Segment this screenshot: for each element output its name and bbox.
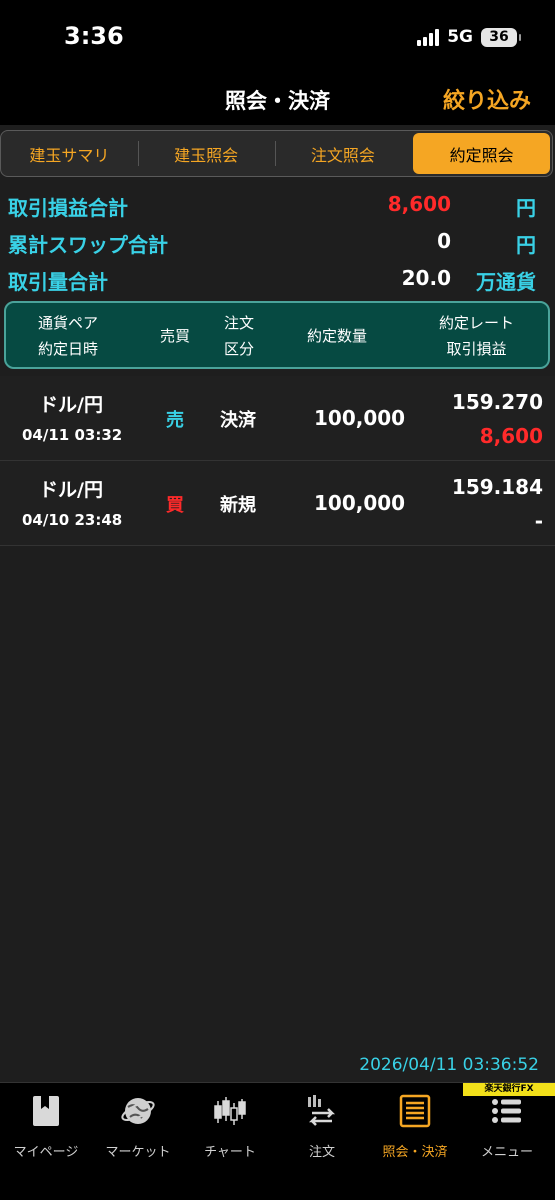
execution-quantity: 100,000 <box>314 491 406 515</box>
nav-label: マイページ <box>13 1145 79 1160</box>
nav-label: マーケット <box>105 1145 171 1160</box>
summary-value: 20.0 <box>401 266 451 290</box>
network-type: 5G <box>447 27 473 47</box>
nav-market[interactable]: マーケット <box>92 1091 184 1161</box>
execution-quantity: 100,000 <box>314 406 406 430</box>
header-text: 取引損益 <box>446 340 507 358</box>
order-exchange-icon <box>308 1095 336 1126</box>
header-text: 約定日時 <box>38 340 99 358</box>
tab-execution-inquiry[interactable]: 約定照会 <box>413 133 550 174</box>
summary-unit: 円 <box>516 196 536 220</box>
update-timestamp: 2026/04/11 03:36:52 <box>359 1055 539 1075</box>
tab-bar: 建玉サマリ 建玉照会 注文照会 約定照会 <box>0 130 553 177</box>
signal-strength-icon <box>417 28 440 46</box>
summary-label: 累計スワップ合計 <box>8 233 168 257</box>
nav-label: チャート <box>204 1145 256 1160</box>
summary-row-volume: 取引量合計 20.0 万通貨 <box>0 260 555 297</box>
table-row[interactable]: ドル/円 04/10 23:48 買 新規 100,000 159.184 - <box>0 461 555 546</box>
execution-list: ドル/円 04/11 03:32 売 決済 100,000 159.270 8,… <box>0 376 555 546</box>
summary-value: 0 <box>437 229 451 253</box>
header-text: 通貨ペア <box>38 314 99 332</box>
header-text: 区分 <box>224 340 255 358</box>
table-row[interactable]: ドル/円 04/11 03:32 売 決済 100,000 159.270 8,… <box>0 376 555 461</box>
status-indicators: 5G 36 <box>417 25 521 49</box>
nav-menu[interactable]: メニュー <box>461 1091 553 1161</box>
summary-row-pl: 取引損益合計 8,600 円 <box>0 186 555 223</box>
filter-button[interactable]: 絞り込み <box>443 83 531 115</box>
table-header: 通貨ペア 約定日時 売買 注文 区分 約定数量 約定レート 取引損益 <box>4 301 550 369</box>
nav-chart[interactable]: チャート <box>184 1091 276 1161</box>
tab-position-summary[interactable]: 建玉サマリ <box>1 131 138 176</box>
column-header-rate: 約定レート 取引損益 <box>439 310 514 362</box>
status-bar: 3:36 5G 36 <box>0 0 555 75</box>
bookmark-page-icon <box>33 1096 59 1126</box>
execution-rate: 159.270 <box>451 390 543 414</box>
nav-order[interactable]: 注文 <box>276 1091 368 1161</box>
column-header-kind: 注文 区分 <box>224 310 254 362</box>
currency-pair: ドル/円 <box>39 394 103 416</box>
order-kind: 決済 <box>220 410 256 431</box>
document-list-icon <box>399 1094 431 1128</box>
execution-datetime: 04/10 23:48 <box>22 511 123 529</box>
header-text: 注文 <box>224 314 255 332</box>
header-text: 約定レート <box>439 314 515 332</box>
menu-list-icon <box>492 1099 521 1123</box>
app-header: 照会・決済 絞り込み <box>0 75 555 125</box>
currency-pair: ドル/円 <box>39 479 103 501</box>
summary-label: 取引量合計 <box>8 270 108 294</box>
nav-label: 注文 <box>308 1145 335 1160</box>
column-header-pair: 通貨ペア 約定日時 <box>38 310 98 362</box>
globe-icon <box>121 1098 155 1124</box>
column-header-qty: 約定数量 <box>307 327 368 345</box>
trade-side: 買 <box>166 495 184 516</box>
summary-panel: 取引損益合計 8,600 円 累計スワップ合計 0 円 取引量合計 20.0 万… <box>0 186 555 297</box>
order-kind: 新規 <box>220 495 256 516</box>
column-header-side: 売買 <box>160 327 191 345</box>
trade-pl: 8,600 <box>479 424 543 448</box>
status-time: 3:36 <box>64 22 124 50</box>
candlestick-chart-icon <box>214 1097 246 1125</box>
bottom-navigation: 楽天銀行FX マイページ マーケット チャート 注文 照会・決済 メニュー <box>0 1082 555 1200</box>
trade-side: 売 <box>166 410 184 431</box>
nav-inquiry-settlement[interactable]: 照会・決済 <box>369 1091 461 1161</box>
summary-label: 取引損益合計 <box>8 196 128 220</box>
execution-rate: 159.184 <box>451 475 543 499</box>
execution-datetime: 04/11 03:32 <box>22 426 123 444</box>
summary-row-swap: 累計スワップ合計 0 円 <box>0 223 555 260</box>
tab-order-inquiry[interactable]: 注文照会 <box>274 131 412 176</box>
summary-unit: 円 <box>516 233 536 257</box>
nav-mypage[interactable]: マイページ <box>0 1091 92 1161</box>
nav-label: メニュー <box>480 1145 533 1160</box>
trade-pl: - <box>534 509 543 533</box>
battery-icon: 36 <box>481 27 521 47</box>
summary-unit: 万通貨 <box>476 270 536 294</box>
tab-position-inquiry[interactable]: 建玉照会 <box>137 131 275 176</box>
summary-value: 8,600 <box>387 192 451 216</box>
nav-label: 照会・決済 <box>382 1145 448 1160</box>
